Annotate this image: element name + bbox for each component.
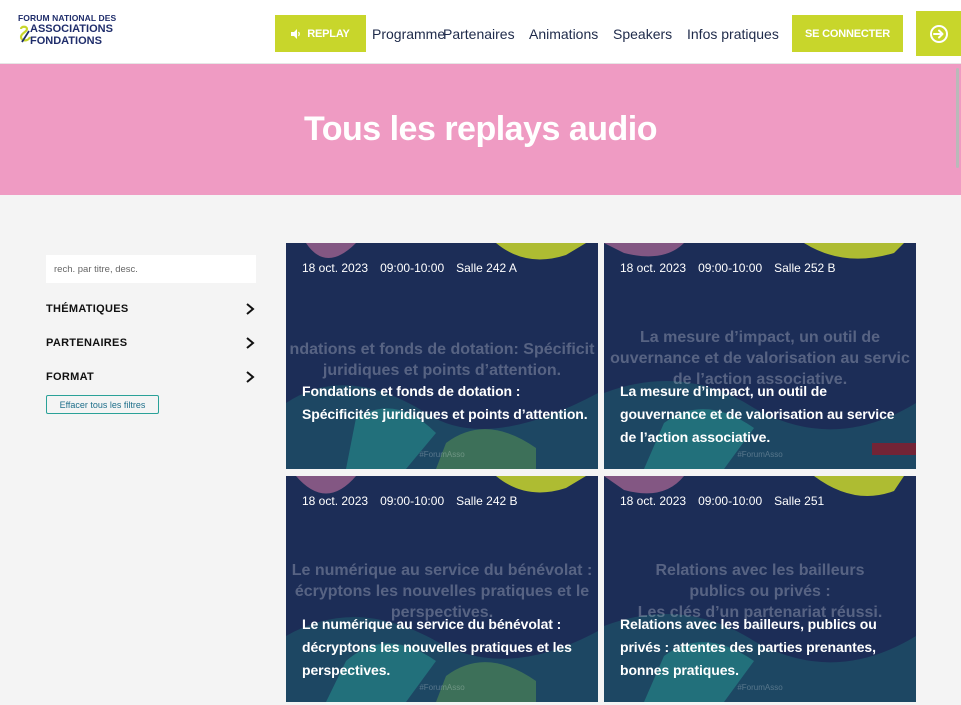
card-date: 18 oct. 2023 xyxy=(302,494,369,508)
logo-line-3: FONDATIONS xyxy=(30,35,102,47)
page-title: Tous les replays audio xyxy=(303,110,658,148)
speaker-icon xyxy=(291,28,301,39)
chevron-right-icon xyxy=(246,337,255,349)
card-date: 18 oct. 2023 xyxy=(302,261,369,275)
card-thumbnail-text: ouvernance et de valorisation au servic xyxy=(610,350,910,367)
card-date: 18 oct. 2023 xyxy=(620,261,687,275)
filter-partenaires[interactable]: PARTENAIRES xyxy=(46,333,256,353)
site-header: FORUM NATIONAL DES ASSOCIATIONS FONDATIO… xyxy=(0,0,961,64)
card-room: Salle 251 xyxy=(774,494,825,508)
chevron-right-icon xyxy=(246,371,255,383)
sign-in-arrow-icon xyxy=(929,24,948,43)
nav-speakers[interactable]: Speakers xyxy=(613,26,672,42)
nav-animations[interactable]: Animations xyxy=(529,26,598,42)
logo-line-1: FORUM NATIONAL DES xyxy=(18,13,117,23)
scrollbar-thumb[interactable] xyxy=(956,68,959,168)
card-date: 18 oct. 2023 xyxy=(620,494,687,508)
card-thumbnail-text: écryptons les nouvelles pratiques et le xyxy=(294,583,590,600)
hero-banner: Tous les replays audio xyxy=(0,64,961,195)
login-button[interactable]: SE CONNECTER xyxy=(792,15,903,52)
card-meta: 18 oct. 2023 09:00-10:00 Salle 251 xyxy=(620,494,824,508)
card-hashtag: #ForumAsso xyxy=(419,450,465,459)
search-input[interactable] xyxy=(46,255,256,283)
card-time: 09:00-10:00 xyxy=(698,261,763,275)
card-thumbnail-text: juridiques et points d’attention. xyxy=(322,362,562,379)
card-thumbnail-text: publics ou privés : xyxy=(689,583,831,600)
clear-filters-button[interactable]: Effacer tous les filtres xyxy=(46,395,159,414)
card-room: Salle 242 A xyxy=(456,261,517,275)
replay-card[interactable]: 18 oct. 2023 09:00-10:00 Salle 251 Relat… xyxy=(604,476,916,702)
site-logo[interactable]: FORUM NATIONAL DES ASSOCIATIONS FONDATIO… xyxy=(18,14,128,50)
filter-format[interactable]: FORMAT xyxy=(46,367,256,387)
replay-card[interactable]: 18 oct. 2023 09:00-10:00 Salle 242 A nda… xyxy=(286,243,598,469)
card-hashtag: #ForumAsso xyxy=(419,683,465,692)
card-time: 09:00-10:00 xyxy=(380,494,445,508)
card-meta: 18 oct. 2023 09:00-10:00 Salle 242 A xyxy=(302,261,517,275)
logo-line-2: ASSOCIATIONS xyxy=(30,23,113,35)
replay-label: REPLAY xyxy=(307,27,350,40)
filter-label: THÉMATIQUES xyxy=(46,303,129,315)
card-thumbnail-text: Le numérique au service du bénévolat : xyxy=(291,562,593,579)
replay-card[interactable]: 18 oct. 2023 09:00-10:00 Salle 242 B Le … xyxy=(286,476,598,702)
card-meta: 18 oct. 2023 09:00-10:00 Salle 252 B xyxy=(620,261,836,275)
card-hashtag: #ForumAsso xyxy=(737,450,783,459)
nav-infos-pratiques[interactable]: Infos pratiques xyxy=(687,26,779,42)
filter-thematiques[interactable]: THÉMATIQUES xyxy=(46,299,256,319)
card-title[interactable]: Fondations et fonds de dotation : Spécif… xyxy=(302,380,592,426)
replay-card[interactable]: 18 oct. 2023 09:00-10:00 Salle 252 B La … xyxy=(604,243,916,469)
card-room: Salle 252 B xyxy=(774,261,836,275)
chevron-right-icon xyxy=(246,303,255,315)
login-label: SE CONNECTER xyxy=(805,27,890,40)
filter-label: PARTENAIRES xyxy=(46,337,128,349)
filter-label: FORMAT xyxy=(46,371,95,383)
card-thumbnail-text: ndations et fonds de dotation: Spécifici… xyxy=(289,341,595,358)
card-thumbnail-text: La mesure d’impact, un outil de xyxy=(639,329,881,346)
nav-partenaires[interactable]: Partenaires xyxy=(443,26,515,42)
card-thumbnail-text: Relations avec les bailleurs xyxy=(655,562,865,579)
sign-in-button[interactable] xyxy=(916,11,961,56)
nav-programme[interactable]: Programme xyxy=(372,26,445,42)
replay-button[interactable]: REPLAY xyxy=(275,15,366,52)
card-time: 09:00-10:00 xyxy=(698,494,763,508)
card-hashtag: #ForumAsso xyxy=(737,683,783,692)
card-title[interactable]: La mesure d’impact, un outil de gouverna… xyxy=(620,380,910,449)
card-meta: 18 oct. 2023 09:00-10:00 Salle 242 B xyxy=(302,494,518,508)
card-time: 09:00-10:00 xyxy=(380,261,445,275)
card-title[interactable]: Relations avec les bailleurs, publics ou… xyxy=(620,613,910,682)
card-title[interactable]: Le numérique au service du bénévolat : d… xyxy=(302,613,592,682)
card-room: Salle 242 B xyxy=(456,494,518,508)
